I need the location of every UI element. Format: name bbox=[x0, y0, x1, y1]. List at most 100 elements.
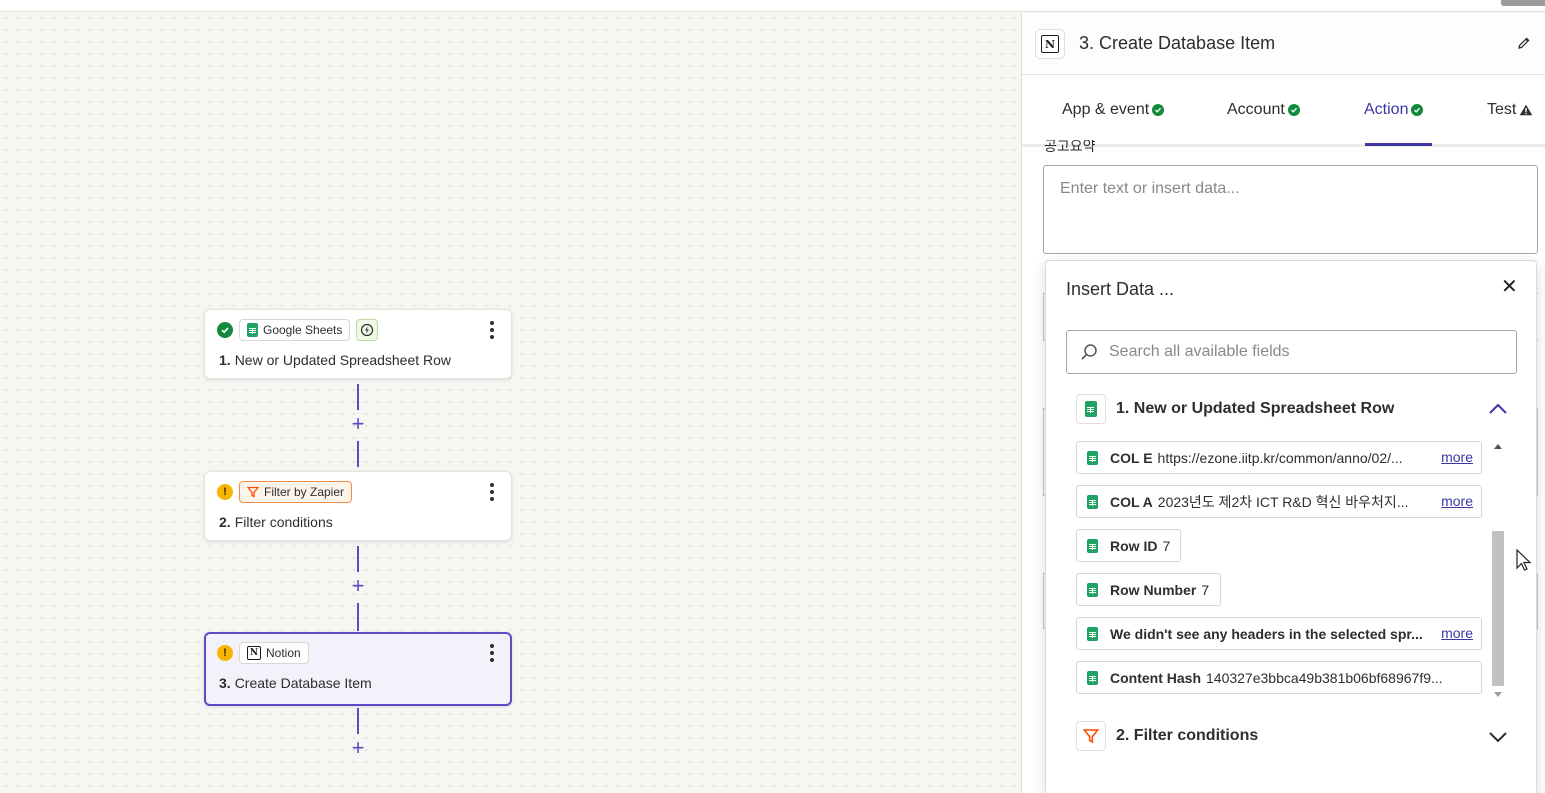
app-badge-label: Google Sheets bbox=[263, 323, 343, 337]
search-icon bbox=[1081, 344, 1097, 360]
field-key: COL E bbox=[1110, 449, 1153, 466]
more-link[interactable]: more bbox=[1441, 493, 1473, 509]
check-circle-icon bbox=[1411, 104, 1424, 116]
app-badge-notion: N Notion bbox=[239, 642, 309, 664]
more-link[interactable]: more bbox=[1441, 449, 1473, 465]
step-card-3[interactable]: ! N Notion 3. Create Database Item bbox=[204, 632, 512, 706]
connector-line bbox=[357, 441, 359, 467]
data-field-item[interactable]: COL E https://ezone.iitp.kr/common/anno/… bbox=[1076, 441, 1482, 474]
field-label: 공고요약 bbox=[1044, 140, 1096, 153]
connector-line bbox=[357, 708, 359, 734]
step-title: 2. Filter conditions bbox=[219, 514, 333, 530]
data-field-item[interactable]: We didn't see any headers in the selecte… bbox=[1076, 617, 1482, 650]
step-card-3-header: ! N Notion bbox=[217, 642, 309, 664]
app-badge-filter-by-zapier: Filter by Zapier bbox=[239, 481, 353, 503]
field-value: 140327e3bbca49b381b06bf68967f9... bbox=[1206, 669, 1443, 686]
data-group-header-1[interactable]: 1. New or Updated Spreadsheet Row bbox=[1076, 394, 1508, 426]
warning-icon: ! bbox=[217, 484, 233, 500]
warning-icon: ! bbox=[217, 645, 233, 661]
connector-line bbox=[357, 384, 359, 410]
field-key: Row Number bbox=[1110, 581, 1197, 598]
data-group-header-2[interactable]: 2. Filter conditions bbox=[1076, 721, 1508, 753]
pencil-icon[interactable] bbox=[1516, 35, 1532, 51]
app-badge-google-sheets: Google Sheets bbox=[239, 319, 351, 341]
panel-app-icon: N bbox=[1035, 29, 1065, 59]
data-field-item[interactable]: Row Number 7 bbox=[1076, 573, 1221, 606]
active-tab-indicator bbox=[1365, 143, 1432, 146]
panel-title[interactable]: 3. Create Database Item bbox=[1079, 33, 1275, 54]
tab-action[interactable]: Action bbox=[1364, 101, 1424, 119]
google-sheets-icon bbox=[1087, 670, 1098, 685]
more-link[interactable]: more bbox=[1441, 625, 1473, 641]
tab-test[interactable]: Test bbox=[1487, 101, 1533, 119]
step-menu-button[interactable] bbox=[487, 483, 497, 501]
group-app-icon bbox=[1076, 394, 1106, 424]
step-menu-button[interactable] bbox=[487, 321, 497, 339]
step-card-1[interactable]: Google Sheets 1. New or Updated Spreadshe… bbox=[204, 309, 512, 379]
notion-icon: N bbox=[247, 646, 261, 660]
mouse-cursor-icon bbox=[1516, 549, 1532, 571]
app-badge-label: Filter by Zapier bbox=[264, 485, 345, 499]
notion-icon: N bbox=[1041, 35, 1059, 53]
tab-account[interactable]: Account bbox=[1227, 101, 1300, 119]
tab-app-and-event[interactable]: App & event bbox=[1062, 101, 1165, 119]
add-step-button[interactable]: + bbox=[348, 737, 368, 759]
add-step-button[interactable]: + bbox=[348, 575, 368, 597]
scroll-down-arrow-icon[interactable] bbox=[1494, 692, 1502, 697]
google-sheets-icon bbox=[1087, 494, 1098, 509]
success-check-icon bbox=[217, 322, 233, 338]
field-value: 2023년도 제2차 ICT R&D 혁신 바우처지... bbox=[1157, 493, 1409, 510]
google-sheets-icon bbox=[1087, 538, 1098, 553]
panel-header: N 3. Create Database Item bbox=[1022, 13, 1545, 75]
google-sheets-icon bbox=[1087, 582, 1098, 597]
field-value: 7 bbox=[1201, 581, 1210, 598]
top-bar bbox=[0, 0, 1545, 12]
chevron-up-icon[interactable] bbox=[1488, 401, 1508, 417]
google-sheets-icon bbox=[247, 323, 258, 337]
google-sheets-icon bbox=[1087, 450, 1098, 465]
check-circle-icon bbox=[1287, 104, 1300, 116]
add-step-button[interactable]: + bbox=[348, 413, 368, 435]
data-list-scrollbar[interactable] bbox=[1491, 441, 1506, 699]
popover-title: Insert Data ... bbox=[1066, 279, 1175, 299]
panel-tabs: App & event Account Action Test bbox=[1022, 75, 1545, 147]
step-card-2-header: ! Filter by Zapier bbox=[217, 481, 353, 503]
field-key: We didn't see any headers in the selecte… bbox=[1110, 625, 1423, 642]
check-circle-icon bbox=[1152, 104, 1165, 116]
data-field-item[interactable]: Row ID 7 bbox=[1076, 529, 1181, 562]
app-badge-label: Notion bbox=[266, 646, 301, 660]
chevron-down-icon[interactable] bbox=[1488, 728, 1508, 744]
field-placeholder: Enter text or insert data... bbox=[1060, 180, 1240, 197]
group-title: 1. New or Updated Spreadsheet Row bbox=[1116, 400, 1395, 417]
field-value: 7 bbox=[1162, 537, 1171, 554]
scrollbar-thumb[interactable] bbox=[1492, 531, 1504, 686]
tab-label: App & event bbox=[1062, 101, 1150, 118]
step-title: 1. New or Updated Spreadsheet Row bbox=[219, 352, 452, 368]
warning-triangle-icon bbox=[1520, 104, 1533, 116]
search-input[interactable] bbox=[1107, 331, 1507, 373]
google-sheets-icon bbox=[1087, 626, 1098, 641]
group-app-icon bbox=[1076, 721, 1106, 751]
tab-label: Action bbox=[1364, 101, 1409, 118]
step-card-1-header: Google Sheets bbox=[217, 319, 379, 341]
filter-icon bbox=[247, 486, 259, 498]
connector-line bbox=[357, 546, 359, 572]
data-field-item[interactable]: Content Hash 140327e3bbca49b381b06bf6896… bbox=[1076, 661, 1482, 694]
filter-icon bbox=[1083, 729, 1099, 744]
field-key: Content Hash bbox=[1110, 669, 1201, 686]
close-icon[interactable]: ✕ bbox=[1501, 277, 1518, 297]
group-title: 2. Filter conditions bbox=[1116, 727, 1259, 744]
step-title: 3. Create Database Item bbox=[219, 675, 372, 691]
step-menu-button[interactable] bbox=[487, 644, 497, 662]
connector-line bbox=[357, 603, 359, 631]
step-card-2[interactable]: ! Filter by Zapier 2. Filter conditions bbox=[204, 471, 512, 541]
search-field[interactable] bbox=[1066, 330, 1517, 374]
scroll-up-arrow-icon[interactable] bbox=[1494, 444, 1502, 449]
summary-text-field[interactable]: Enter text or insert data... bbox=[1043, 165, 1538, 254]
data-field-item[interactable]: COL A 2023년도 제2차 ICT R&D 혁신 바우처지... more bbox=[1076, 485, 1482, 518]
data-field-list: COL E https://ezone.iitp.kr/common/anno/… bbox=[1076, 441, 1486, 701]
field-value: https://ezone.iitp.kr/common/anno/02/... bbox=[1157, 449, 1403, 466]
field-key: COL A bbox=[1110, 493, 1153, 510]
tab-label: Test bbox=[1487, 101, 1517, 118]
top-bar-handle[interactable] bbox=[1501, 0, 1545, 6]
